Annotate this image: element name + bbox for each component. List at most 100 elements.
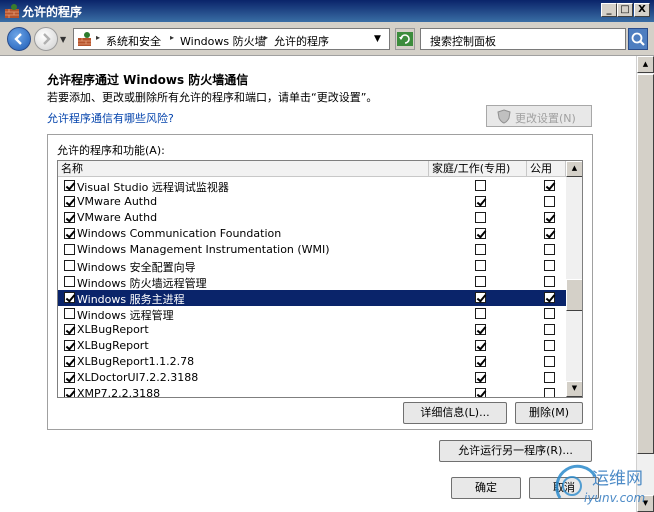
details-button[interactable]: 详细信息(L)... xyxy=(403,402,507,424)
table-row[interactable]: Windows 服务主进程 xyxy=(58,290,566,306)
search-button[interactable] xyxy=(628,28,648,50)
home-work-checkbox[interactable] xyxy=(475,212,486,223)
risk-help-link[interactable]: 允许程序通信有哪些风险? xyxy=(47,110,174,126)
program-name: VMware Authd xyxy=(77,211,158,224)
address-dropdown-icon[interactable]: ▼ xyxy=(374,34,381,44)
home-work-checkbox[interactable] xyxy=(475,244,486,255)
column-header-home-work[interactable]: 家庭/工作(专用) xyxy=(429,161,527,177)
change-settings-label: 更改设置(N) xyxy=(515,112,576,125)
home-work-checkbox[interactable] xyxy=(475,372,486,383)
breadcrumb[interactable]: ▸ 系统和安全 ▸ Windows 防火墙 ▸ 允许的程序 ▼ xyxy=(73,28,390,50)
program-enabled-checkbox[interactable] xyxy=(64,340,75,351)
home-work-checkbox[interactable] xyxy=(475,260,486,271)
delete-button[interactable]: 删除(M) xyxy=(515,402,583,424)
forward-button[interactable] xyxy=(34,27,58,51)
public-checkbox[interactable] xyxy=(544,276,555,287)
public-checkbox[interactable] xyxy=(544,244,555,255)
program-enabled-checkbox[interactable] xyxy=(64,228,75,239)
program-enabled-checkbox[interactable] xyxy=(64,180,75,191)
refresh-button[interactable] xyxy=(395,28,415,50)
search-input[interactable]: 搜索控制面板 xyxy=(420,28,626,50)
home-work-checkbox[interactable] xyxy=(475,196,486,207)
table-row[interactable]: Windows 安全配置向导 xyxy=(58,258,566,274)
home-work-checkbox[interactable] xyxy=(475,180,486,191)
public-checkbox[interactable] xyxy=(544,388,555,397)
public-checkbox[interactable] xyxy=(544,372,555,383)
breadcrumb-separator-icon[interactable]: ▸ xyxy=(170,33,174,42)
maximize-button[interactable]: □ xyxy=(617,3,633,17)
program-enabled-checkbox[interactable] xyxy=(64,212,75,223)
home-work-checkbox[interactable] xyxy=(475,388,486,397)
page-scrollbar[interactable]: ▲ ▼ xyxy=(636,56,654,512)
public-checkbox[interactable] xyxy=(544,260,555,271)
home-work-checkbox[interactable] xyxy=(475,324,486,335)
scroll-up-arrow-icon[interactable]: ▲ xyxy=(637,56,654,73)
list-scroll-up-icon[interactable]: ▲ xyxy=(566,161,582,177)
svg-text:iyunv.com: iyunv.com xyxy=(584,491,645,505)
home-work-checkbox[interactable] xyxy=(475,356,486,367)
home-work-checkbox[interactable] xyxy=(475,308,486,319)
table-row[interactable]: XLBugReport xyxy=(58,322,566,338)
back-button[interactable] xyxy=(7,27,31,51)
public-checkbox[interactable] xyxy=(544,212,555,223)
change-settings-button[interactable]: 更改设置(N) xyxy=(486,105,592,127)
home-work-checkbox[interactable] xyxy=(475,276,486,287)
list-header: 名称 家庭/工作(专用) 公用 xyxy=(58,161,566,177)
program-enabled-checkbox[interactable] xyxy=(64,244,75,255)
breadcrumb-windows-firewall[interactable]: Windows 防火墙 xyxy=(180,33,266,49)
list-scroll-thumb[interactable] xyxy=(566,279,582,311)
program-name: XLBugReport1.1.2.78 xyxy=(77,355,195,368)
table-row[interactable]: XLDoctorUI7.2.2.3188 xyxy=(58,370,566,386)
table-row[interactable]: Windows Management Instrumentation (WMI) xyxy=(58,242,566,258)
public-checkbox[interactable] xyxy=(544,340,555,351)
public-checkbox[interactable] xyxy=(544,180,555,191)
table-row[interactable]: XLBugReport1.1.2.78 xyxy=(58,354,566,370)
program-enabled-checkbox[interactable] xyxy=(64,308,75,319)
breadcrumb-separator-icon[interactable]: ▸ xyxy=(96,33,100,42)
program-enabled-checkbox[interactable] xyxy=(64,356,75,367)
list-scrollbar[interactable]: ▲ ▼ xyxy=(566,161,582,397)
table-row[interactable]: Windows 防火墙远程管理 xyxy=(58,274,566,290)
public-checkbox[interactable] xyxy=(544,308,555,319)
program-name: Windows 远程管理 xyxy=(77,309,174,322)
minimize-button[interactable]: _ xyxy=(601,3,617,17)
allowed-programs-list[interactable]: 名称 家庭/工作(专用) 公用 Visual Studio 远程调试监视器 VMw… xyxy=(57,160,583,398)
home-work-checkbox[interactable] xyxy=(475,340,486,351)
table-row[interactable]: VMware Authd xyxy=(58,194,566,210)
public-checkbox[interactable] xyxy=(544,356,555,367)
program-enabled-checkbox[interactable] xyxy=(64,260,75,271)
public-checkbox[interactable] xyxy=(544,228,555,239)
column-header-name[interactable]: 名称 xyxy=(58,161,429,177)
close-button[interactable]: X xyxy=(634,3,650,17)
program-name: XLBugReport xyxy=(77,323,149,336)
home-work-checkbox[interactable] xyxy=(475,228,486,239)
history-dropdown-icon[interactable]: ▼ xyxy=(60,35,66,44)
public-checkbox[interactable] xyxy=(544,292,555,303)
table-row[interactable]: XLBugReport xyxy=(58,338,566,354)
program-enabled-checkbox[interactable] xyxy=(64,276,75,287)
home-work-checkbox[interactable] xyxy=(475,292,486,303)
table-row[interactable]: Windows 远程管理 xyxy=(58,306,566,322)
breadcrumb-separator-icon[interactable]: ▸ xyxy=(264,33,268,42)
program-enabled-checkbox[interactable] xyxy=(64,372,75,383)
column-header-public[interactable]: 公用 xyxy=(527,161,566,177)
program-enabled-checkbox[interactable] xyxy=(64,196,75,207)
table-row[interactable]: XMP7.2.2.3188 xyxy=(58,386,566,398)
table-row[interactable]: VMware Authd xyxy=(58,210,566,226)
refresh-icon xyxy=(397,32,413,46)
page-scroll-thumb[interactable] xyxy=(637,74,654,454)
table-row[interactable]: Visual Studio 远程调试监视器 xyxy=(58,178,566,194)
public-checkbox[interactable] xyxy=(544,196,555,207)
list-scroll-down-icon[interactable]: ▼ xyxy=(566,381,582,397)
public-checkbox[interactable] xyxy=(544,324,555,335)
program-name: XLBugReport xyxy=(77,339,149,352)
program-enabled-checkbox[interactable] xyxy=(64,388,75,397)
table-row[interactable]: Windows Communication Foundation xyxy=(58,226,566,242)
program-name: XMP7.2.2.3188 xyxy=(77,387,161,398)
firewall-app-icon xyxy=(5,4,19,18)
program-enabled-checkbox[interactable] xyxy=(64,324,75,335)
breadcrumb-allowed-programs[interactable]: 允许的程序 xyxy=(274,33,329,49)
ok-button[interactable]: 确定 xyxy=(451,477,521,499)
program-enabled-checkbox[interactable] xyxy=(64,292,75,303)
breadcrumb-system-security[interactable]: 系统和安全 xyxy=(106,33,161,49)
